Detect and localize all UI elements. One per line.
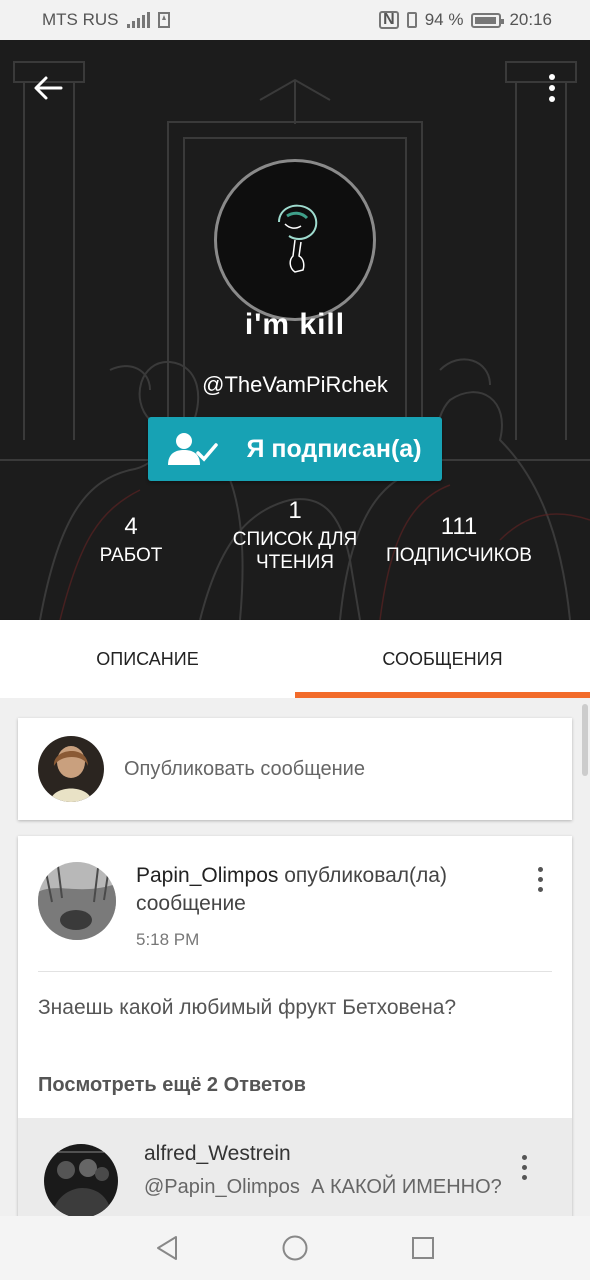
more-vertical-icon <box>537 866 543 872</box>
more-vertical-icon <box>521 1154 527 1160</box>
battery-percent: 94 % <box>424 10 464 29</box>
recents-square-icon <box>412 1237 434 1259</box>
reply-text: А КАКОЙ ИМЕННО? <box>311 1176 502 1198</box>
reply-author-avatar[interactable] <box>44 1144 118 1216</box>
signal-icon <box>126 12 150 28</box>
data-transfer-icon <box>157 12 170 28</box>
tab-description[interactable]: ОПИСАНИЕ <box>0 620 295 698</box>
more-options-button[interactable] <box>540 68 564 108</box>
more-vertical-icon <box>549 74 555 80</box>
avatar-image <box>278 204 318 273</box>
compose-message-card[interactable]: Опубликовать сообщение <box>18 718 572 820</box>
reply-mention[interactable]: @Papin_Olimpos <box>144 1176 300 1198</box>
nav-home-button[interactable] <box>280 1233 310 1263</box>
home-circle-icon <box>282 1235 308 1261</box>
reply-item: alfred_Westrein @Papin_Olimpos А КАКОЙ И… <box>18 1118 572 1216</box>
compose-placeholder: Опубликовать сообщение <box>124 757 365 780</box>
back-triangle-icon <box>157 1236 177 1260</box>
post-author-name[interactable]: Papin_Olimpos <box>136 864 278 887</box>
stat-followers-value: 111 <box>440 513 478 540</box>
nav-back-button[interactable] <box>152 1233 182 1263</box>
messages-feed: Опубликовать сообщение Papin_Olimpos опу… <box>0 698 590 1216</box>
stat-followers[interactable]: 111 ПОДПИСЧИКОВ <box>382 512 536 567</box>
following-button[interactable]: Я подписан(а) <box>148 417 442 481</box>
current-user-avatar <box>38 736 104 802</box>
stat-reading-list[interactable]: 1 СПИСОК ДЛЯ ЧТЕНИЯ <box>225 497 365 574</box>
arrow-left-icon <box>34 76 63 100</box>
stat-works-value: 4 <box>124 513 138 540</box>
nfc-icon: N <box>379 11 399 29</box>
post-timestamp: 5:18 PM <box>136 930 200 949</box>
nav-recents-button[interactable] <box>408 1233 438 1263</box>
carrier-label: MTS RUS <box>42 10 119 29</box>
scrollbar[interactable] <box>582 704 588 776</box>
status-bar: MTS RUS N 94 % 20:16 <box>0 0 590 40</box>
post-divider <box>38 971 552 972</box>
following-button-label: Я подписан(а) <box>246 434 422 463</box>
back-button[interactable] <box>28 68 68 108</box>
post-author-avatar[interactable] <box>38 862 116 940</box>
profile-display-name: i'm kill <box>244 308 346 341</box>
profile-username: @TheVamPiRchek <box>202 372 388 397</box>
post-card: Papin_Olimpos опубликовал(ла) сообщение … <box>18 836 572 1216</box>
clock: 20:16 <box>509 10 552 29</box>
reply-text-line: @Papin_Olimpos А КАКОЙ ИМЕННО? <box>144 1176 502 1199</box>
post-author-line: Papin_Olimpos опубликовал(ла) сообщение <box>136 862 516 918</box>
profile-header: i'm kill @TheVamPiRchek Я подписан(а) 4 … <box>0 40 590 620</box>
tab-messages[interactable]: СООБЩЕНИЯ <box>295 620 590 698</box>
post-more-button[interactable] <box>528 864 552 894</box>
profile-avatar[interactable] <box>214 159 376 321</box>
post-text: Знаешь какой любимый фрукт Бетховена? <box>38 996 457 1019</box>
vibrate-icon <box>406 12 417 28</box>
profile-tabs: ОПИСАНИЕ СООБЩЕНИЯ <box>0 620 590 698</box>
stat-followers-label: ПОДПИСЧИКОВ <box>386 545 532 566</box>
view-more-replies-link[interactable]: Посмотреть ещё 2 Ответов <box>38 1074 306 1097</box>
stat-works-label: РАБОТ <box>99 545 163 566</box>
stat-reading-list-value: 1 <box>288 497 302 524</box>
stat-reading-list-label: СПИСОК ДЛЯ ЧТЕНИЯ <box>232 529 358 573</box>
reply-more-button[interactable] <box>514 1152 534 1182</box>
battery-icon <box>471 12 505 28</box>
system-nav-bar <box>0 1216 590 1280</box>
reply-author-name[interactable]: alfred_Westrein <box>144 1142 291 1166</box>
stat-works[interactable]: 4 РАБОТ <box>96 512 166 567</box>
user-check-icon <box>168 433 219 465</box>
